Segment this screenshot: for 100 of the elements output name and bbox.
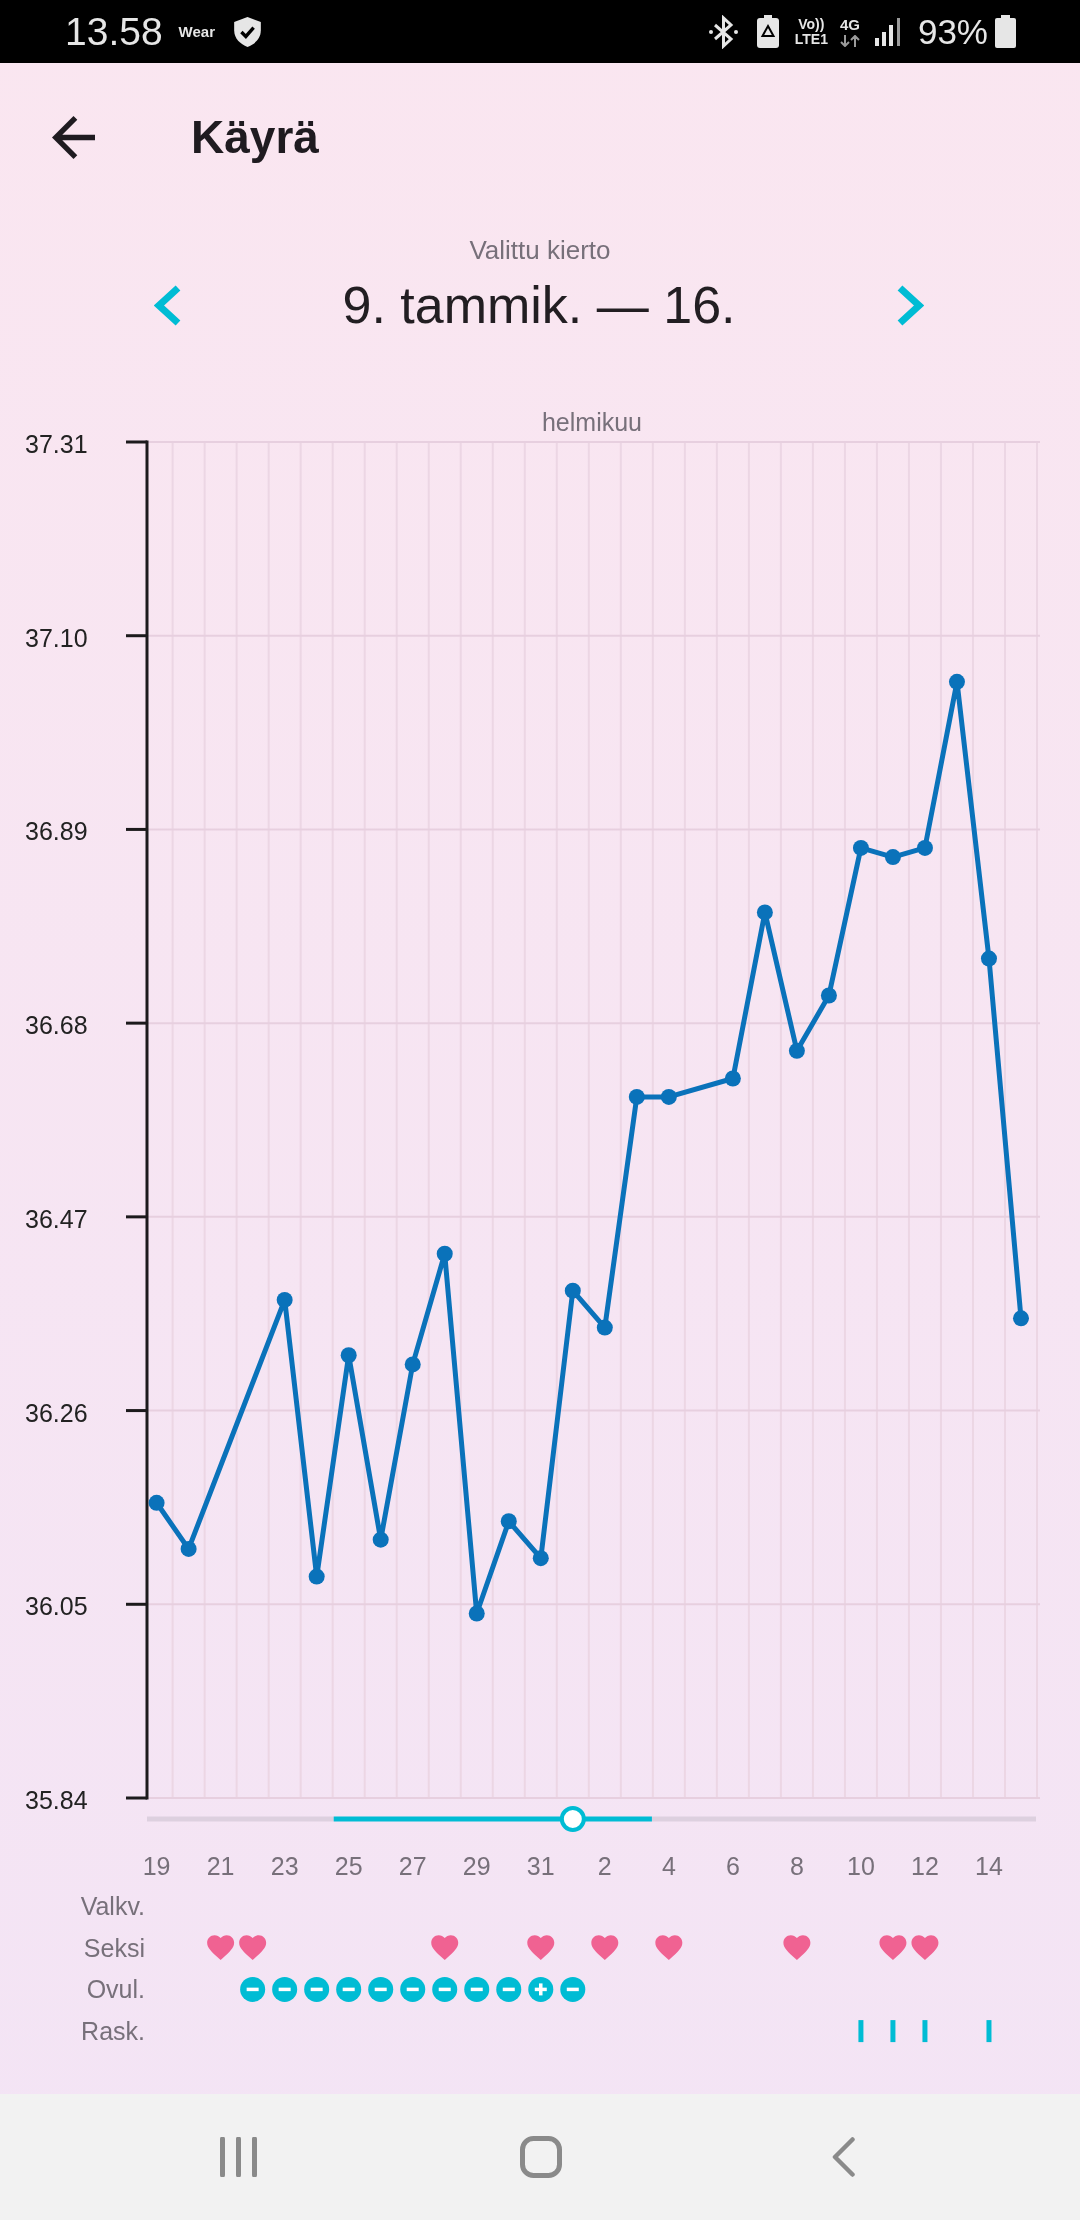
data-point xyxy=(852,839,869,856)
minus-circle-icon xyxy=(432,1976,458,2002)
data-point xyxy=(948,673,965,690)
back-nav-button[interactable] xyxy=(832,2137,855,2177)
volte-label: Vo)) xyxy=(798,16,825,32)
x-tick-label: 6 xyxy=(725,1852,740,1880)
data-point xyxy=(884,849,901,866)
heart-icon xyxy=(591,1935,619,1960)
bar-mark-icon xyxy=(890,2020,896,2043)
data-point xyxy=(340,1347,357,1364)
y-tick-label: 36.89 xyxy=(25,817,88,846)
minus-circle-icon xyxy=(496,1976,522,2002)
next-cycle-button[interactable] xyxy=(897,284,924,326)
heart-icon xyxy=(655,1935,683,1960)
back-icon xyxy=(832,2137,855,2177)
data-point xyxy=(404,1356,421,1373)
heart-icon xyxy=(911,1935,939,1960)
home-button[interactable] xyxy=(520,2136,562,2178)
heart-icon xyxy=(879,1935,907,1960)
minus-circle-icon xyxy=(336,1976,362,2002)
shield-check-icon xyxy=(234,16,262,47)
minus-circle-icon xyxy=(560,1976,586,2002)
chevron-right-icon xyxy=(897,284,924,326)
data-point xyxy=(436,1245,453,1262)
data-point xyxy=(724,1070,741,1087)
data-point xyxy=(532,1550,549,1567)
heart-icon xyxy=(431,1935,459,1960)
network-type-label: 4G xyxy=(839,16,860,33)
x-tick-label: 25 xyxy=(334,1852,363,1880)
data-point xyxy=(308,1568,325,1585)
back-arrow-icon xyxy=(52,115,95,159)
minus-circle-icon xyxy=(464,1976,490,2002)
x-tick-label: 2 xyxy=(597,1852,612,1880)
x-tick-label: 29 xyxy=(462,1852,491,1880)
minus-circle-icon xyxy=(400,1976,426,2002)
y-tick-label: 36.05 xyxy=(25,1592,88,1621)
status-time: 13.58 xyxy=(65,9,163,54)
track-label: Ovul. xyxy=(86,1975,145,2004)
recents-button[interactable] xyxy=(220,2137,257,2177)
data-point xyxy=(916,839,933,856)
x-tick-label: 19 xyxy=(142,1852,171,1880)
bluetooth-icon xyxy=(708,14,738,49)
x-tick-label: 4 xyxy=(661,1852,676,1880)
chevron-left-icon xyxy=(154,284,181,326)
minus-circle-icon xyxy=(240,1976,266,2002)
bar-mark-icon xyxy=(858,2020,864,2043)
data-point xyxy=(820,987,837,1004)
data-point xyxy=(628,1088,645,1105)
data-point xyxy=(660,1088,677,1105)
y-tick-label: 36.68 xyxy=(25,1011,88,1040)
data-point xyxy=(180,1540,197,1557)
previous-cycle-button[interactable] xyxy=(154,284,181,326)
plus-circle-icon xyxy=(528,1976,554,2002)
data-point xyxy=(981,950,997,967)
heart-icon xyxy=(207,1935,235,1960)
data-point xyxy=(788,1042,805,1059)
data-arrows-icon xyxy=(838,34,861,47)
x-tick-label: 8 xyxy=(789,1852,804,1880)
data-point xyxy=(1013,1310,1029,1327)
page-title: Käyrä xyxy=(191,110,319,164)
y-tick-label: 36.26 xyxy=(25,1398,88,1427)
minus-circle-icon xyxy=(304,1976,330,2002)
x-tick-label: 21 xyxy=(206,1852,235,1880)
lte-label: LTE1 xyxy=(794,31,828,47)
cycle-date-range: 9. tammik. — 16. xyxy=(341,275,737,335)
battery-percent: 93% xyxy=(917,11,988,52)
track-label: Valkv. xyxy=(80,1892,145,1920)
slider-thumb[interactable] xyxy=(559,1806,586,1832)
battery-saver-icon xyxy=(756,15,779,48)
recents-icon xyxy=(220,2137,257,2177)
data-point xyxy=(596,1319,613,1336)
data-point xyxy=(372,1531,389,1548)
bar-mark-icon xyxy=(986,2020,992,2043)
heart-icon xyxy=(527,1935,555,1960)
data-point xyxy=(148,1494,165,1511)
data-point xyxy=(564,1282,581,1299)
x-tick-label: 31 xyxy=(526,1852,555,1880)
y-tick-label: 37.10 xyxy=(25,623,88,652)
data-point xyxy=(500,1513,517,1530)
x-tick-label: 23 xyxy=(270,1852,299,1880)
x-tick-label: 14 xyxy=(975,1852,1003,1880)
back-button[interactable] xyxy=(52,115,95,159)
track-label: Seksi xyxy=(83,1933,145,1962)
track-label: Rask. xyxy=(81,2017,145,2046)
y-tick-label: 36.47 xyxy=(25,1204,88,1233)
battery-icon xyxy=(995,15,1016,48)
x-tick-label: 10 xyxy=(847,1852,875,1880)
y-tick-label: 35.84 xyxy=(25,1786,88,1814)
data-point xyxy=(468,1605,485,1622)
heart-icon xyxy=(783,1935,811,1960)
wear-label: Wear xyxy=(178,23,216,40)
cycle-caption: Valittu kierto xyxy=(469,235,611,265)
y-tick-label: 37.31 xyxy=(25,430,88,458)
signal-icon xyxy=(874,17,902,46)
heart-icon xyxy=(239,1935,267,1960)
bar-mark-icon xyxy=(922,2020,928,2043)
slider-track[interactable] xyxy=(147,1806,1036,1832)
home-icon xyxy=(520,2136,562,2178)
data-point xyxy=(756,904,773,921)
minus-circle-icon xyxy=(368,1976,394,2002)
